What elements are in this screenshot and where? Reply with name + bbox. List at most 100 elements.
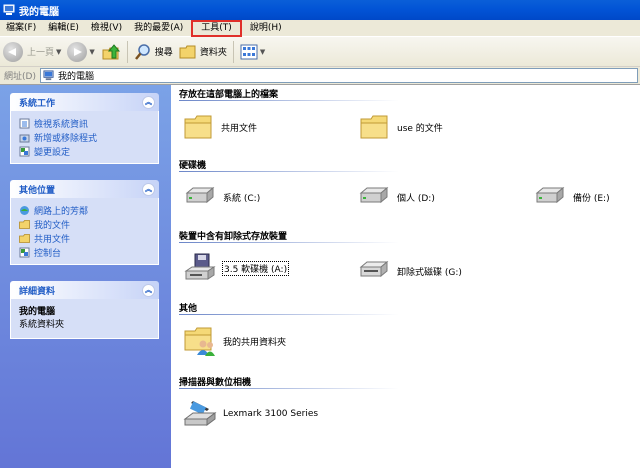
group-scanners-cameras: 掃描器與數位相機 [179,375,609,389]
system-tasks-body: 檢視系統資訊 新增或移除程式 變更設定 [10,111,159,164]
details-header[interactable]: 詳細資料 ︽ [10,281,159,299]
folders-label: 資料夾 [199,48,227,58]
folders-button[interactable]: 資料夾 [176,40,230,64]
forward-button[interactable]: ▼ [64,40,97,64]
views-button[interactable]: ▼ [237,40,268,64]
my-computer-icon [3,4,15,15]
task-change-settings[interactable]: 變更設定 [19,144,150,158]
system-info-icon [19,118,30,128]
item-label: 我的共用資料夾 [223,337,287,348]
address-label: 網址(D) [4,72,36,82]
group-header: 硬碟機 [179,161,207,171]
window-title: 我的電腦 [19,6,59,18]
dropdown-arrow-icon: ▼ [56,47,62,56]
menu-help[interactable]: 說明(H) [244,21,288,36]
up-folder-icon [102,43,120,59]
system-tasks-header[interactable]: 系統工作 ︽ [10,93,159,111]
dropdown-arrow-icon: ▼ [89,47,95,56]
item-label: 個人 (D:) [397,193,435,204]
item-drive-c[interactable]: 系統 (C:) [183,185,260,209]
up-folder-button[interactable] [98,40,124,64]
menu-favorites[interactable]: 我的最愛(A) [128,21,189,36]
group-divider [179,314,399,315]
item-removable-g[interactable]: 卸除式磁碟 (G:) [357,259,462,283]
collapse-icon[interactable]: ︽ [142,283,155,297]
group-divider [179,388,399,389]
details-type: 系統資料夾 [19,320,65,330]
address-input[interactable]: 我的電腦 [39,68,638,83]
file-list: 存放在這部電腦上的檔案 共用文件 use 的文件 硬碟機 系統 (C:) 個人 … [171,85,640,468]
network-icon [20,205,29,215]
group-hard-disks: 硬碟機 [179,158,609,172]
place-label: 網路上的芳鄰 [34,206,89,217]
other-places-title: 其他位置 [19,185,56,196]
hard-drive-icon [359,186,389,204]
address-value: 我的電腦 [57,72,94,82]
collapse-icon[interactable]: ︽ [142,182,155,196]
menu-edit[interactable]: 編輯(E) [42,21,85,36]
folder-icon [19,219,30,229]
item-label: 系統 (C:) [223,193,261,204]
collapse-icon[interactable]: ︽ [142,95,155,109]
task-pane: 系統工作 ︽ 檢視系統資訊 新增或移除程式 變更設定 其他位置 ︽ 網路上的芳鄰… [0,85,171,468]
dropdown-arrow-icon: ▼ [259,47,266,56]
shared-folder-icon [184,327,215,356]
task-label: 變更設定 [34,147,71,158]
control-panel-icon [19,146,30,156]
item-label: Lexmark 3100 Series [223,409,319,419]
item-user-documents[interactable]: use 的文件 [359,113,443,141]
views-icon [240,44,258,59]
other-places-header[interactable]: 其他位置 ︽ [10,180,159,198]
details-panel: 詳細資料 ︽ 我的電腦 系統資料夾 [10,281,159,339]
task-label: 檢視系統資訊 [34,119,89,130]
other-places-body: 網路上的芳鄰 我的文件 共用文件 控制台 [10,198,159,265]
item-drive-e[interactable]: 備份 (E:) [533,185,610,209]
item-lexmark-scanner[interactable]: Lexmark 3100 Series [183,399,318,429]
folders-icon [179,45,196,58]
menu-bar: 檔案(F) 編輯(E) 檢視(V) 我的最愛(A) 工具(T) 說明(H) [0,19,640,37]
hard-drive-icon [535,186,565,204]
task-label: 新增或移除程式 [34,133,98,144]
scanner-icon [183,401,217,426]
place-my-documents[interactable]: 我的文件 [19,217,150,231]
place-control-panel[interactable]: 控制台 [19,245,150,259]
my-computer-icon [43,70,54,81]
item-label: 3.5 軟碟機 (A:) [221,260,290,276]
task-add-remove-programs[interactable]: 新增或移除程式 [19,130,150,144]
back-button[interactable]: 上一頁 ▼ [0,40,64,64]
search-button[interactable]: 搜尋 [131,40,176,64]
details-body: 我的電腦 系統資料夾 [10,299,159,339]
search-icon [134,43,150,60]
place-shared-documents[interactable]: 共用文件 [19,231,150,245]
item-label: use 的文件 [397,123,443,134]
group-header: 掃描器與數位相機 [179,378,252,388]
group-files-stored: 存放在這部電腦上的檔案 [179,87,609,101]
search-label: 搜尋 [154,48,173,58]
group-removable-storage: 裝置中含有卸除式存放裝置 [179,229,609,243]
add-remove-programs-icon [19,134,30,142]
menu-tools[interactable]: 工具(T) [191,19,242,37]
hard-drive-icon [185,186,215,204]
group-divider [179,100,399,101]
title-bar: 我的電腦 [0,0,640,20]
place-label: 控制台 [34,248,62,259]
removable-disk-icon [359,260,389,278]
menu-view[interactable]: 檢視(V) [85,21,128,36]
system-tasks-title: 系統工作 [19,98,56,109]
menu-file[interactable]: 檔案(F) [0,21,42,36]
group-header: 裝置中含有卸除式存放裝置 [179,232,288,242]
floppy-drive-icon [184,253,216,280]
item-drive-d[interactable]: 個人 (D:) [357,185,435,209]
item-floppy-a[interactable]: 3.5 軟碟機 (A:) [183,253,290,283]
place-network[interactable]: 網路上的芳鄰 [19,203,150,217]
control-panel-icon [19,247,30,257]
place-label: 我的文件 [34,220,71,231]
back-label: 上一頁 [27,48,55,58]
group-other: 其他 [179,301,609,315]
task-view-system-info[interactable]: 檢視系統資訊 [19,116,150,130]
item-label: 備份 (E:) [573,193,610,204]
other-places-panel: 其他位置 ︽ 網路上的芳鄰 我的文件 共用文件 控制台 [10,180,159,265]
item-shared-documents[interactable]: 共用文件 [183,113,257,141]
item-my-shared-folder[interactable]: 我的共用資料夾 [183,325,286,357]
toolbar-separator [232,40,234,63]
